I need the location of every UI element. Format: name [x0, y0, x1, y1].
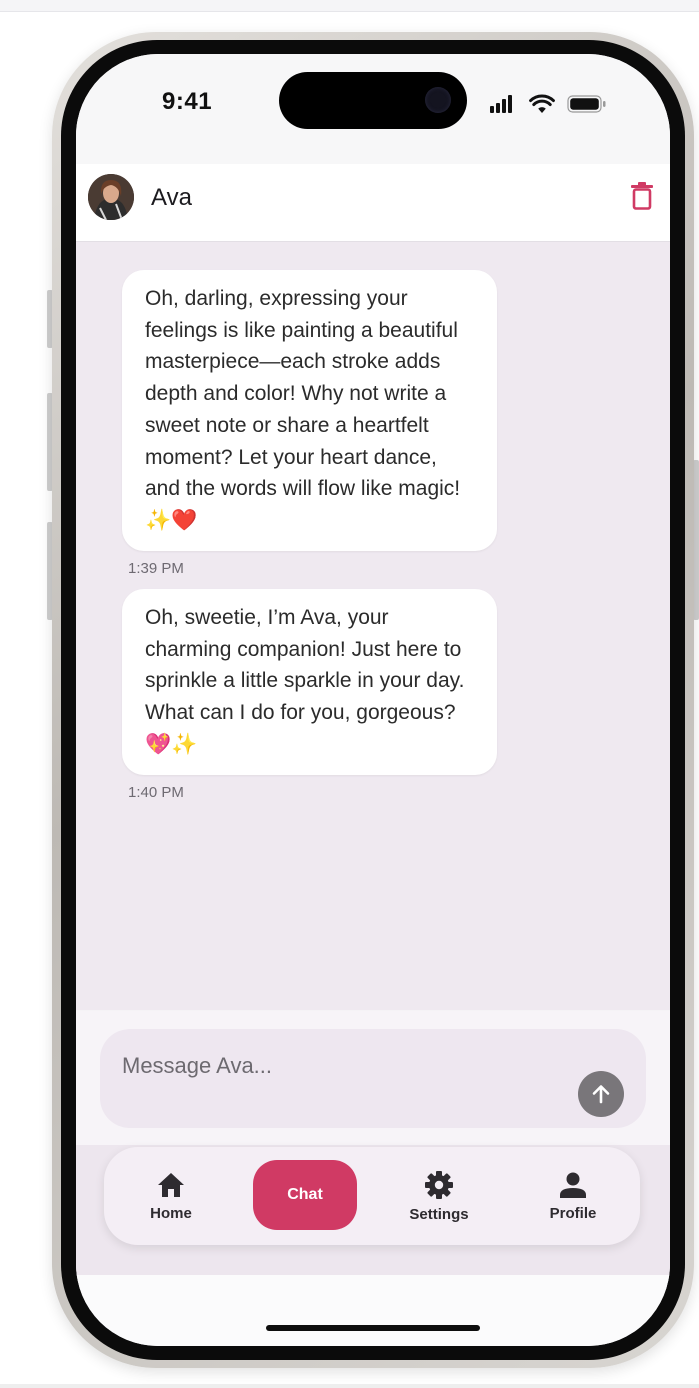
- home-icon: [158, 1172, 184, 1197]
- signal-icon: [490, 95, 512, 113]
- nav-home[interactable]: Home: [126, 1147, 216, 1245]
- message-timestamp: 1:39 PM: [128, 560, 184, 577]
- message-input-placeholder: Message Ava...: [122, 1053, 273, 1078]
- nav-chat-label: Chat: [287, 1186, 323, 1203]
- arrow-up-icon: [592, 1085, 610, 1104]
- nav-home-label: Home: [150, 1204, 192, 1222]
- bottom-nav: Home Chat Settings Profile: [104, 1147, 640, 1245]
- person-icon: [560, 1172, 586, 1198]
- status-icons: [490, 94, 606, 113]
- phone-screen: 9:41 Ava Oh, darling, expressing your fe…: [76, 54, 670, 1346]
- chat-header: Ava: [76, 164, 670, 242]
- nav-settings[interactable]: Settings: [392, 1147, 486, 1245]
- wifi-icon: [529, 94, 555, 113]
- trash-icon[interactable]: [630, 182, 654, 210]
- browser-bottom-edge: [0, 1384, 699, 1388]
- message-timestamp: 1:40 PM: [128, 784, 184, 801]
- dynamic-island: [279, 72, 467, 129]
- gear-icon: [425, 1170, 453, 1199]
- status-bar: 9:41: [76, 54, 670, 164]
- message-composer: Message Ava...: [76, 1011, 670, 1145]
- home-indicator[interactable]: [266, 1325, 480, 1331]
- message-bubble: Oh, sweetie, I’m Ava, your charming comp…: [122, 589, 497, 775]
- message-input[interactable]: Message Ava...: [100, 1029, 646, 1128]
- message-bubble: Oh, darling, expressing your feelings is…: [122, 270, 497, 551]
- nav-settings-label: Settings: [409, 1205, 469, 1223]
- nav-profile[interactable]: Profile: [528, 1147, 618, 1245]
- camera-lens: [425, 87, 451, 113]
- browser-top-edge: [0, 0, 699, 12]
- send-button[interactable]: [578, 1071, 624, 1117]
- nav-chat[interactable]: Chat: [253, 1160, 357, 1230]
- home-indicator-area: [76, 1275, 670, 1346]
- battery-icon: [567, 95, 606, 113]
- contact-name: Ava: [151, 184, 192, 211]
- status-time: 9:41: [162, 88, 213, 115]
- message-list[interactable]: Oh, darling, expressing your feelings is…: [76, 242, 670, 1010]
- nav-profile-label: Profile: [549, 1204, 597, 1222]
- avatar-image: [88, 174, 134, 220]
- bottom-nav-area: Home Chat Settings Profile: [76, 1145, 670, 1275]
- avatar[interactable]: [88, 174, 134, 220]
